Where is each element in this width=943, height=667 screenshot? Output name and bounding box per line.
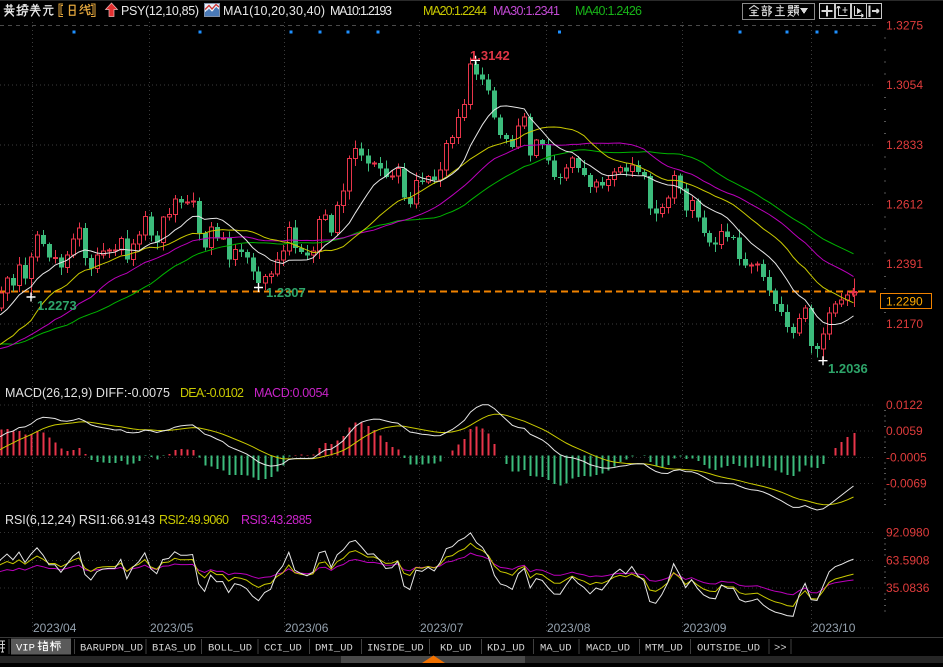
svg-text:KDJ_UD: KDJ_UD	[487, 643, 525, 655]
svg-text:RSI(6,12,24) RSI1:66.9143: RSI(6,12,24) RSI1:66.9143	[5, 513, 155, 527]
svg-text:KD_UD: KD_UD	[440, 643, 472, 655]
svg-text:BARUPDN_UD: BARUPDN_UD	[80, 643, 143, 655]
svg-text:2023/10: 2023/10	[812, 621, 856, 635]
svg-text:VIP: VIP	[16, 643, 35, 655]
svg-text:1.2290: 1.2290	[886, 295, 923, 309]
svg-text:1.2273: 1.2273	[37, 298, 77, 313]
svg-text:1.2307: 1.2307	[266, 285, 306, 300]
svg-text:PSY(12,10,85): PSY(12,10,85)	[121, 4, 199, 18]
svg-text:92.0980: 92.0980	[886, 526, 930, 540]
svg-text:MTM_UD: MTM_UD	[645, 643, 683, 655]
svg-text:1.2391: 1.2391	[886, 257, 923, 271]
svg-text:MA10:1.2193: MA10:1.2193	[330, 4, 392, 18]
svg-text:OUTSIDE_UD: OUTSIDE_UD	[697, 643, 760, 655]
svg-text:MACD:0.0054: MACD:0.0054	[254, 386, 329, 400]
svg-text:1.3275: 1.3275	[886, 19, 923, 33]
svg-text:MA20:1.2244: MA20:1.2244	[423, 4, 487, 18]
svg-text:BOLL_UD: BOLL_UD	[208, 643, 252, 655]
svg-text:BIAS_UD: BIAS_UD	[152, 643, 196, 655]
svg-text:MACD_UD: MACD_UD	[586, 643, 630, 655]
svg-text:2023/08: 2023/08	[547, 621, 591, 635]
svg-text:0.0122: 0.0122	[886, 398, 923, 412]
svg-text:1.2036: 1.2036	[828, 361, 868, 376]
svg-text:1.2612: 1.2612	[886, 198, 923, 212]
svg-text:1.3142: 1.3142	[470, 48, 510, 63]
svg-text:35.0836: 35.0836	[886, 581, 930, 595]
svg-text:MA30:1.2341: MA30:1.2341	[493, 4, 560, 18]
svg-text:1.2170: 1.2170	[886, 317, 923, 331]
svg-text:-0.0005: -0.0005	[886, 450, 927, 464]
svg-text:RSI2:49.9060: RSI2:49.9060	[159, 513, 229, 527]
svg-text:MA40:1.2426: MA40:1.2426	[575, 4, 642, 18]
svg-text:1.3054: 1.3054	[886, 78, 923, 92]
svg-text:1.2833: 1.2833	[886, 138, 923, 152]
svg-text:2023/05: 2023/05	[150, 621, 194, 635]
svg-text:63.5908: 63.5908	[886, 553, 930, 567]
svg-text:MA_UD: MA_UD	[540, 643, 572, 655]
svg-text:-0.0069: -0.0069	[886, 477, 927, 491]
svg-text:DEA:-0.0102: DEA:-0.0102	[180, 386, 244, 400]
svg-text:2023/06: 2023/06	[285, 621, 329, 635]
svg-text:0.0059: 0.0059	[886, 424, 923, 438]
svg-text:2023/09: 2023/09	[683, 621, 727, 635]
svg-text:DMI_UD: DMI_UD	[315, 643, 353, 655]
svg-text:MACD(26,12,9) DIFF:-0.0075: MACD(26,12,9) DIFF:-0.0075	[5, 386, 170, 400]
svg-text:MA1(10,20,30,40): MA1(10,20,30,40)	[223, 4, 325, 18]
svg-text:INSIDE_UD: INSIDE_UD	[367, 643, 424, 655]
svg-text:2023/07: 2023/07	[420, 621, 464, 635]
svg-text:RSI3:43.2885: RSI3:43.2885	[241, 513, 312, 527]
svg-text:2023/04: 2023/04	[33, 621, 77, 635]
svg-text:>>: >>	[774, 643, 787, 655]
svg-text:CCI_UD: CCI_UD	[264, 643, 302, 655]
